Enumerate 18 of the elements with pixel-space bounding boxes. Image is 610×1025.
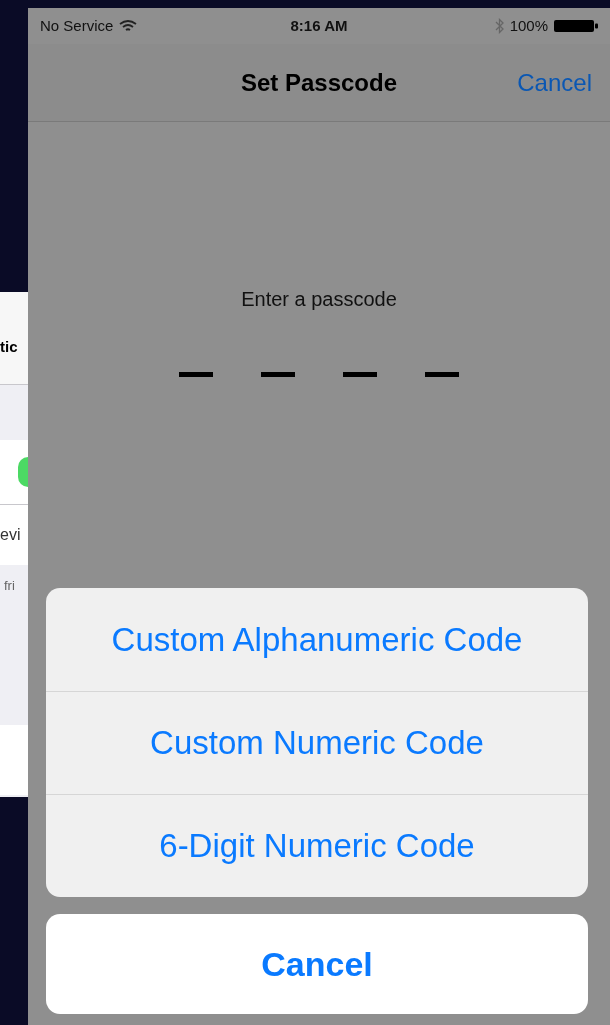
bluetooth-icon	[494, 18, 504, 34]
wifi-icon	[119, 19, 138, 33]
screen-title: tic	[0, 336, 18, 357]
row-label: evi	[0, 525, 21, 545]
list-row	[0, 725, 28, 795]
toggle-switch[interactable]	[18, 457, 28, 487]
cancel-link[interactable]: Cancel	[517, 64, 592, 101]
navigation-title: Set Passcode	[240, 67, 398, 98]
passcode-prompt: Enter a passcode	[241, 287, 397, 312]
battery-icon	[554, 19, 598, 33]
sheet-option[interactable]: Custom Alphanumeric Code	[46, 588, 588, 691]
footer-note: fri	[4, 578, 15, 593]
sheet-option[interactable]: Custom Numeric Code	[46, 691, 588, 794]
clock-time: 8:16 AM	[290, 15, 348, 36]
sheet-option[interactable]: 6-Digit Numeric Code	[46, 794, 588, 897]
carrier-label: No Service	[40, 15, 114, 36]
battery-percent: 100%	[509, 15, 548, 36]
cancel-button[interactable]: Cancel	[46, 914, 588, 1014]
